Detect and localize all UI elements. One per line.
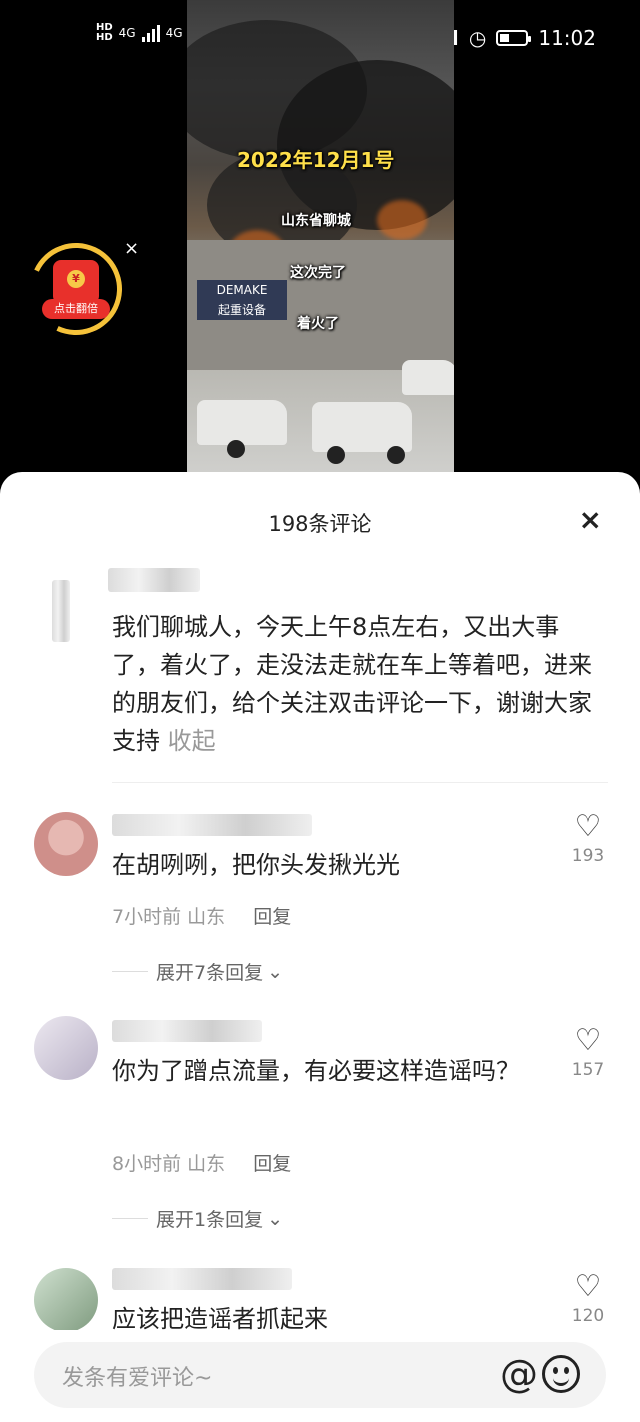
author-avatar-blurred (52, 580, 70, 642)
like-button[interactable]: ♡ 157 (568, 1023, 608, 1081)
comment-placeholder: 发条有爱评论~ (62, 1366, 213, 1391)
author-name-blurred (108, 568, 200, 592)
username-blurred (112, 1268, 292, 1290)
network-label-1: 4G (118, 25, 136, 40)
red-packet-icon: ¥ (53, 260, 99, 304)
collapse-link[interactable]: 收起 (168, 727, 216, 755)
post-text: 我们聊城人，今天上午8点左右，又出大事了，着火了，走没法走就在车上等着吧，进来的… (112, 613, 592, 755)
comments-sheet: 198条评论 × 我们聊城人，今天上午8点左右，又出大事了，着火了，走没法走就在… (0, 472, 640, 1422)
reply-button[interactable]: 回复 (253, 1153, 291, 1175)
comment-meta: 7小时前 山东 回复 (112, 902, 291, 929)
comment-text: 在胡咧咧，把你头发揪光光 (112, 851, 400, 879)
chevron-down-icon: ⌄ (267, 1207, 284, 1230)
alarm-icon: ◷ (468, 26, 487, 50)
comment-location: 山东 (187, 906, 226, 928)
coin-icon: ¥ (67, 270, 85, 288)
like-count: 157 (571, 1060, 605, 1080)
video-caption-location: 山东省聊城 (281, 213, 351, 229)
close-icon[interactable]: × (579, 506, 602, 534)
comment-location: 山东 (187, 1153, 226, 1175)
comment-text: 你为了蹭点流量，有必要这样造谣吗？ (112, 1057, 520, 1085)
divider (112, 782, 608, 783)
heart-icon: ♡ (574, 809, 602, 844)
red-packet-close-icon[interactable]: × (124, 238, 139, 259)
avatar[interactable] (34, 812, 98, 876)
video-caption-2: 这次完了 (290, 265, 346, 281)
red-packet-widget[interactable]: ¥ 点击翻倍 (17, 230, 135, 348)
expand-replies-button[interactable]: 展开7条回复 ⌄ (112, 958, 283, 985)
mention-icon[interactable]: @ (500, 1350, 538, 1398)
avatar[interactable] (34, 1016, 98, 1080)
username-blurred (112, 814, 312, 836)
hd-label-2: HD (96, 31, 113, 43)
avatar[interactable] (34, 1268, 98, 1332)
comment-time: 8小时前 (112, 1153, 182, 1175)
hd-label-1: HD (96, 21, 113, 33)
comment-meta: 8小时前 山东 回复 (112, 1149, 291, 1176)
network-label-2: 4G (165, 25, 183, 40)
shop-sign: DEMAKE 起重设备 (197, 280, 287, 320)
like-count: 120 (571, 1306, 605, 1326)
red-packet-label: 点击翻倍 (42, 299, 110, 319)
comment-input[interactable]: 发条有爱评论~ @ (34, 1342, 606, 1408)
chevron-down-icon: ⌄ (267, 960, 284, 983)
expand-replies-button[interactable]: 展开1条回复 ⌄ (112, 1205, 283, 1232)
video-caption-3: 着火了 (297, 316, 339, 332)
video-date-caption: 2022年12月1号 (237, 148, 395, 172)
signal-icon-1 (141, 24, 160, 42)
emoji-icon[interactable] (542, 1355, 580, 1393)
username-blurred (112, 1020, 262, 1042)
like-button[interactable]: ♡ 120 (568, 1269, 608, 1327)
reply-button[interactable]: 回复 (253, 906, 291, 928)
video-player[interactable]: DEMAKE 起重设备 2022年12月1号 山东省聊城 这次完了 着火了 (187, 0, 454, 472)
heart-icon: ♡ (574, 1269, 602, 1304)
like-count: 193 (571, 846, 605, 866)
like-button[interactable]: ♡ 193 (568, 809, 608, 867)
heart-icon: ♡ (574, 1023, 602, 1058)
comment-time: 7小时前 (112, 906, 182, 928)
comment-composer: 发条有爱评论~ @ (0, 1330, 640, 1422)
clock-time: 11:02 (538, 26, 596, 50)
battery-icon (496, 30, 532, 46)
comments-title: 198条评论 (268, 512, 372, 536)
